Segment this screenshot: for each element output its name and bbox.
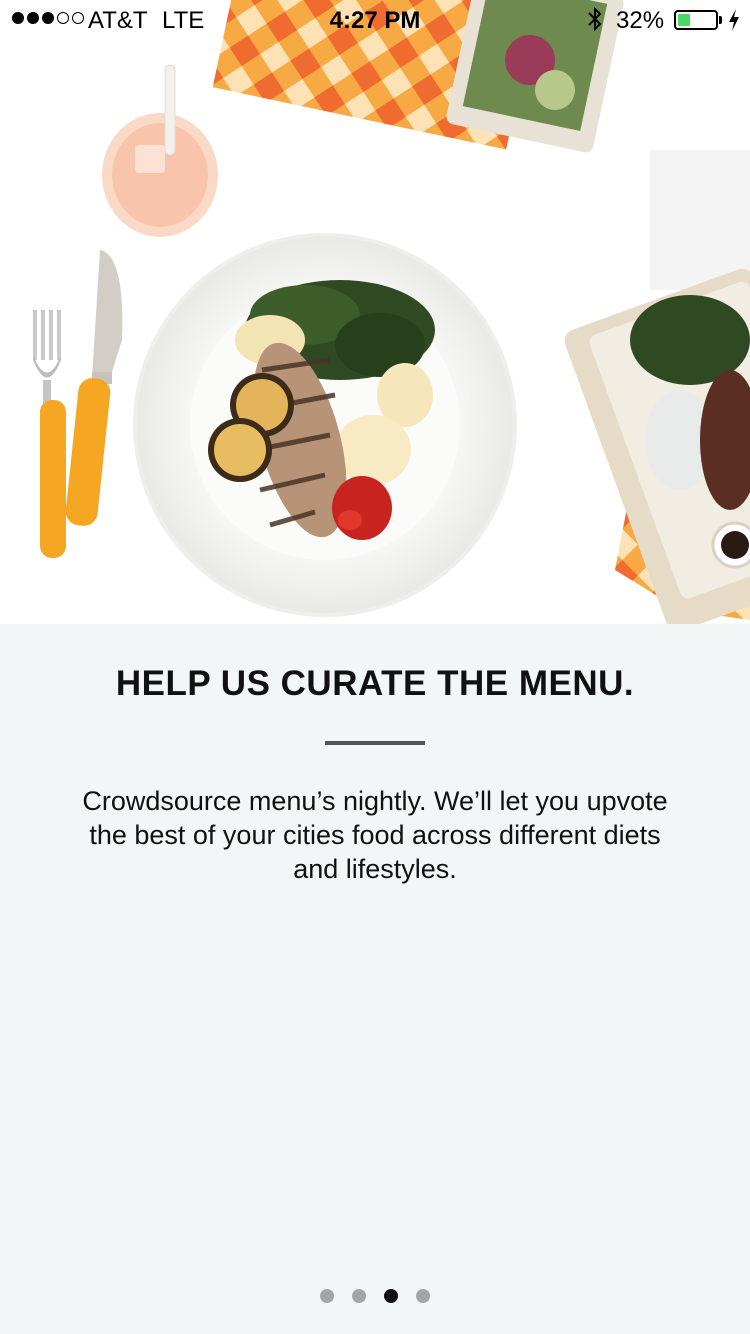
- page-dot-2[interactable]: [352, 1289, 366, 1303]
- napkin: [650, 150, 750, 290]
- hero-food-image: [0, 0, 750, 624]
- plate: [133, 233, 517, 617]
- battery-percent: 32%: [616, 7, 665, 34]
- knife: [65, 250, 123, 526]
- page-indicator[interactable]: [0, 1289, 750, 1303]
- bluetooth-icon: [585, 6, 605, 39]
- page-dot-3[interactable]: [384, 1289, 398, 1303]
- bolt-icon: [727, 8, 741, 39]
- page-dot-4[interactable]: [416, 1289, 430, 1303]
- status-bar: AT&T LTE 4:27 PM 32%: [0, 0, 750, 40]
- drink-glass: [102, 64, 218, 237]
- onboarding-title: HELP US CURATE THE MENU.: [115, 664, 635, 703]
- page-dot-1[interactable]: [320, 1289, 334, 1303]
- title-divider: [325, 741, 425, 745]
- battery-nub: [719, 16, 722, 24]
- battery-level-fill: [678, 14, 690, 26]
- battery-icon: [674, 10, 718, 30]
- fork: [33, 310, 66, 558]
- meal-box-right: [564, 268, 750, 624]
- onboarding-description: Crowdsource menu’s nightly. We’ll let yo…: [82, 786, 668, 884]
- food-illustration: [33, 0, 750, 624]
